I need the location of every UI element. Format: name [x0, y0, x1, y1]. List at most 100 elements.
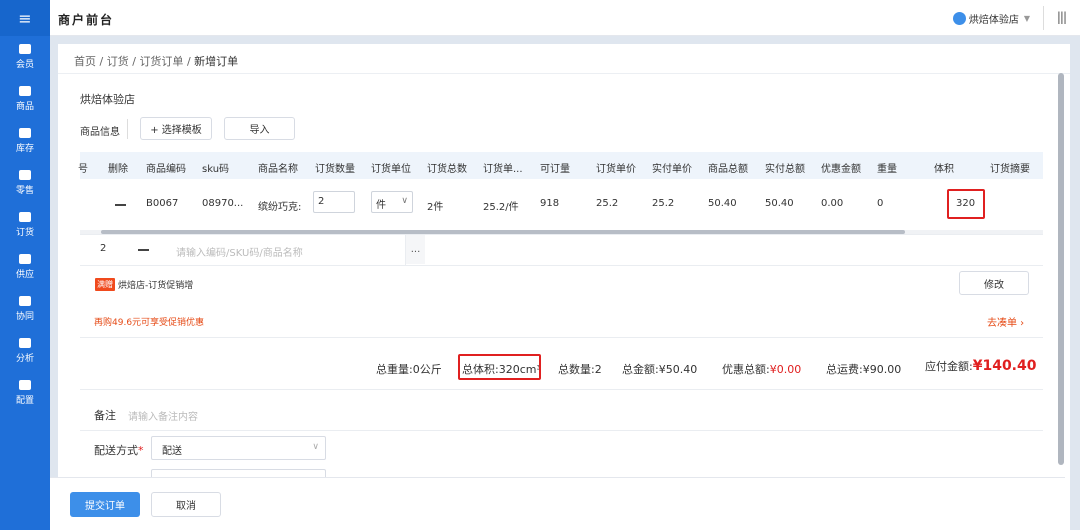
- store-selector[interactable]: 烘焙体验店 ▼: [952, 11, 1030, 26]
- top-bar: 商户前台 烘焙体验店 ▼ |||: [50, 0, 1080, 36]
- total-amount: 总金额:¥50.40: [622, 361, 697, 377]
- delete-row-icon[interactable]: [115, 204, 126, 206]
- sidebar-item-analysis[interactable]: 分析: [0, 330, 50, 372]
- inventory-icon: [19, 128, 31, 138]
- payable-amount: 应付金额:¥140.40: [925, 358, 1036, 374]
- sidebar-item-goods[interactable]: 商品: [0, 78, 50, 120]
- delivery-label: 配送方式*: [94, 442, 144, 458]
- remark-label: 备注: [94, 409, 116, 422]
- promo-name: 烘焙店-订货促销增: [118, 281, 194, 291]
- delete-row-icon[interactable]: [138, 249, 149, 251]
- breadcrumb-order[interactable]: 订货: [107, 55, 129, 68]
- import-button[interactable]: 导入: [224, 117, 295, 140]
- sidebar: ≡ 会员 商品 库存 零售 订货 供应 协同 分析 配置: [0, 0, 50, 530]
- cell-goods-total: 50.40: [708, 198, 737, 209]
- col-qty: 订货数量: [315, 164, 355, 175]
- divider: [80, 430, 1043, 431]
- col-total: 订货总数: [427, 164, 467, 175]
- sidebar-item-supply[interactable]: 供应: [0, 246, 50, 288]
- order-icon: [19, 212, 31, 222]
- main-card: 首页 / 订货 / 订货订单 / 新增订单 烘焙体验店 商品信息 + 选择模板 …: [58, 44, 1070, 530]
- cell-unit-price: 25.2: [596, 198, 619, 209]
- select-template-button[interactable]: + 选择模板: [140, 117, 212, 140]
- col-index: 号: [78, 164, 88, 175]
- col-paid-total: 实付总额: [765, 164, 805, 175]
- more-options-button[interactable]: ...: [406, 235, 425, 264]
- cancel-button[interactable]: 取消: [151, 492, 221, 517]
- delivery-label-text: 配送方式: [94, 444, 138, 457]
- col-goods-total: 商品总额: [708, 164, 748, 175]
- unit-select-value: 件: [376, 200, 386, 211]
- vertical-scrollbar[interactable]: [1058, 73, 1064, 465]
- columns-icon[interactable]: |||: [1057, 10, 1067, 24]
- volume-highlight-box: [947, 189, 985, 219]
- divider: [80, 389, 1043, 390]
- chevron-down-icon: ∨: [312, 442, 319, 452]
- col-delete: 删除: [108, 164, 128, 175]
- col-code: 商品编码: [146, 164, 186, 175]
- payable-value: ¥140.40: [972, 358, 1037, 374]
- delivery-address-select[interactable]: [151, 469, 326, 477]
- divider: [127, 119, 128, 139]
- goods-search-input[interactable]: 请输入编码/SKU码/商品名称: [176, 244, 303, 259]
- total-freight: 总运费:¥90.00: [826, 361, 901, 377]
- divider: [1043, 6, 1044, 30]
- total-amount-label: 总金额:: [622, 363, 659, 376]
- breadcrumb-sep: /: [132, 55, 136, 68]
- total-freight-value: ¥90.00: [862, 363, 902, 376]
- delivery-select[interactable]: 配送 ∨: [151, 436, 326, 460]
- collab-icon: [19, 296, 31, 306]
- total-discount-value: ¥0.00: [769, 363, 802, 376]
- sidebar-item-inventory[interactable]: 库存: [0, 120, 50, 162]
- goods-section-label: 商品信息: [80, 127, 120, 138]
- total-discount: 优惠总额:¥0.00: [722, 361, 801, 377]
- breadcrumb-current: 新增订单: [194, 55, 239, 68]
- sidebar-item-collab[interactable]: 协同: [0, 288, 50, 330]
- col-discount: 优惠金额: [821, 164, 861, 175]
- col-volume: 体积: [934, 164, 954, 175]
- col-available: 可订量: [540, 164, 570, 175]
- submit-order-button[interactable]: 提交订单: [70, 492, 140, 517]
- breadcrumb-order-list[interactable]: 订货订单: [139, 55, 183, 68]
- sidebar-item-order[interactable]: 订货: [0, 204, 50, 246]
- sidebar-item-settings[interactable]: 配置: [0, 372, 50, 414]
- analysis-icon: [19, 338, 31, 348]
- divider: [80, 265, 1043, 266]
- col-name: 商品名称: [258, 164, 298, 175]
- table-row: B0067 08970... 缤纷巧克: 2 件 ∨ 2件 25.2/件 918…: [80, 179, 1043, 231]
- cell-order-unit-price: 25.2/件: [483, 202, 519, 213]
- col-unit-price: 订货单价: [596, 164, 636, 175]
- sidebar-item-retail[interactable]: 零售: [0, 162, 50, 204]
- total-weight: 总重量:0公斤: [376, 363, 442, 376]
- qty-input[interactable]: 2: [313, 191, 355, 213]
- go-add-more-link[interactable]: 去凑单 ›: [987, 314, 1024, 329]
- unit-select[interactable]: 件 ∨: [371, 191, 413, 213]
- cell-weight: 0: [877, 198, 884, 209]
- cell-discount: 0.00: [821, 198, 844, 209]
- table-header: 号 删除 商品编码 sku码 商品名称 订货数量 订货单位 订货总数 订货单..…: [78, 152, 1043, 179]
- breadcrumb-sep: /: [186, 55, 191, 68]
- remark-input[interactable]: 请输入备注内容: [128, 408, 198, 423]
- menu-toggle-icon[interactable]: ≡: [0, 0, 50, 36]
- sidebar-item-member[interactable]: 会员: [0, 36, 50, 78]
- col-sku: sku码: [202, 164, 230, 175]
- store-selector-label: 烘焙体验店: [968, 15, 1019, 26]
- promo-tip: 再购49.6元可享受促销优惠: [94, 318, 205, 328]
- cell-paid-price: 25.2: [652, 198, 675, 209]
- goods-icon: [19, 86, 31, 96]
- chevron-down-icon: ∨: [401, 196, 408, 206]
- payable-label: 应付金额:: [925, 360, 973, 373]
- edit-promo-button[interactable]: 修改: [959, 271, 1029, 295]
- settings-icon: [19, 380, 31, 390]
- promo-badge: 满赠: [95, 278, 115, 291]
- col-order-unit-price: 订货单...: [483, 164, 523, 175]
- total-count: 总数量:2: [558, 363, 602, 376]
- add-row-index: 2: [100, 243, 107, 254]
- breadcrumb-home[interactable]: 首页: [74, 55, 96, 68]
- total-amount-value: ¥50.40: [658, 363, 698, 376]
- breadcrumb: 首页 / 订货 / 订货订单 / 新增订单: [74, 53, 238, 69]
- chevron-down-icon: ▼: [1023, 14, 1030, 23]
- store-avatar-icon: [952, 12, 966, 25]
- cell-name: 缤纷巧克:: [258, 202, 302, 213]
- retail-icon: [19, 170, 31, 180]
